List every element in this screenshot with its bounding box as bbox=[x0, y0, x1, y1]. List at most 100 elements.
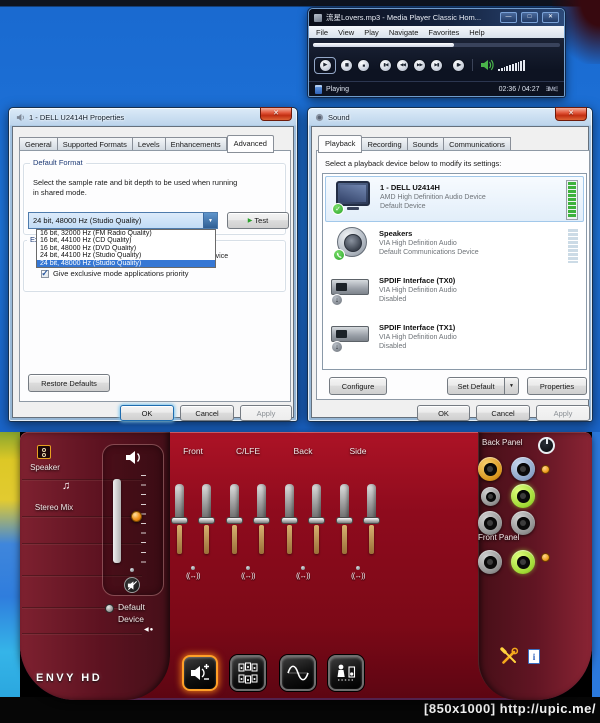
chevron-down-icon[interactable]: ▼ bbox=[203, 213, 217, 228]
desktop: [850x1000] http://upic.me/ Speaker ♫ Ste… bbox=[0, 0, 600, 723]
volume-level-bars[interactable] bbox=[498, 59, 525, 71]
channel-fader[interactable] bbox=[363, 484, 380, 554]
jack-back-blue[interactable] bbox=[511, 457, 535, 481]
maximize-button[interactable]: □ bbox=[521, 12, 538, 23]
jack-front-gray[interactable] bbox=[478, 550, 502, 574]
close-button[interactable]: ✕ bbox=[542, 12, 559, 23]
device-row-dell[interactable]: ✓ 1 - DELL U2414H AMD High Definition Au… bbox=[325, 176, 584, 222]
volume-slider-knob[interactable] bbox=[131, 511, 142, 522]
jack-back-gray-right[interactable] bbox=[511, 511, 535, 535]
mpc-transport-controls: ▶ ▮▮ ■ ▮◀ ◀◀ ▶▶ ▶▮ ▮▶ bbox=[309, 52, 564, 78]
channel-fader[interactable] bbox=[253, 484, 270, 554]
channel-fader[interactable] bbox=[281, 484, 298, 554]
dialog-title-bar[interactable]: 1 - DELL U2414H Properties bbox=[9, 108, 297, 126]
properties-button[interactable]: Properties bbox=[527, 377, 587, 395]
dropdown-option[interactable]: 16 bit, 32000 Hz (FM Radio Quality) bbox=[37, 230, 215, 237]
menu-help[interactable]: Help bbox=[469, 28, 484, 37]
apply-button[interactable]: Apply bbox=[240, 405, 292, 421]
seek-bar[interactable] bbox=[313, 43, 560, 47]
jack-back-gray-left[interactable] bbox=[478, 511, 502, 535]
dropdown-option[interactable]: 16 bit, 48000 Hz (DVD Quality) bbox=[37, 245, 215, 252]
channel-link-toggle[interactable]: ((↔)) bbox=[336, 573, 380, 580]
menu-file[interactable]: File bbox=[316, 28, 328, 37]
menu-play[interactable]: Play bbox=[364, 28, 379, 37]
minimize-button[interactable]: — bbox=[500, 12, 517, 23]
channel-led bbox=[301, 566, 305, 570]
test-button[interactable]: ▶ Test bbox=[227, 212, 289, 229]
ok-button[interactable]: OK bbox=[417, 405, 470, 421]
checkbox[interactable]: ✓ bbox=[41, 268, 49, 278]
set-default-dropdown-arrow[interactable]: ▼ bbox=[505, 377, 519, 395]
speaker-configuration-button[interactable] bbox=[230, 655, 266, 691]
mpc-window-title: 流星Lovers.mp3 - Media Player Classic Hom.… bbox=[326, 13, 482, 22]
channel-fader[interactable] bbox=[336, 484, 353, 554]
skip-back-button[interactable]: ▮◀ bbox=[379, 58, 392, 72]
tab-advanced[interactable]: Advanced bbox=[226, 135, 274, 153]
jack-back-orange[interactable] bbox=[478, 457, 502, 481]
settings-tools-icon[interactable] bbox=[500, 647, 519, 666]
play-button[interactable]: ▶ bbox=[318, 58, 332, 72]
device-row-spdif-tx1[interactable]: ↓ SPDIF Interface (TX1) VIA High Definit… bbox=[325, 317, 584, 363]
tab-playback[interactable]: Playback bbox=[318, 135, 363, 153]
device-description: VIA High Definition Audio bbox=[379, 333, 457, 341]
restore-defaults-button[interactable]: Restore Defaults bbox=[28, 374, 110, 392]
cancel-button[interactable]: Cancel bbox=[476, 405, 530, 421]
sample-rate-combobox[interactable]: 24 bit, 48000 Hz (Studio Quality) ▼ bbox=[28, 212, 218, 229]
rewind-button[interactable]: ◀◀ bbox=[396, 58, 409, 72]
dropdown-option-selected[interactable]: 24 bit, 48000 Hz (Studio Quality) bbox=[37, 259, 215, 267]
audio-channel-indicator: ∃M∈ bbox=[545, 86, 558, 93]
skip-forward-button[interactable]: ▶▮ bbox=[430, 58, 443, 72]
channel-link-toggle[interactable]: ((↔)) bbox=[226, 573, 270, 580]
fast-forward-button[interactable]: ▶▶ bbox=[413, 58, 426, 72]
front-panel-label: Front Panel bbox=[478, 533, 520, 542]
set-default-button[interactable]: Set Default bbox=[447, 377, 505, 395]
cancel-button[interactable]: Cancel bbox=[180, 405, 234, 421]
sample-rate-dropdown-list: 16 bit, 32000 Hz (FM Radio Quality) 16 b… bbox=[36, 229, 216, 268]
ok-button[interactable]: OK bbox=[120, 405, 174, 421]
channel-link-toggle[interactable]: ((↔)) bbox=[281, 573, 325, 580]
jack-front-green[interactable] bbox=[511, 550, 535, 574]
jack-back-small[interactable] bbox=[481, 487, 500, 506]
volume-speaker-icon[interactable] bbox=[480, 59, 494, 71]
channel-fader[interactable] bbox=[308, 484, 325, 554]
apply-button[interactable]: Apply bbox=[536, 405, 590, 421]
channel-fader[interactable] bbox=[171, 484, 188, 554]
default-device-radio[interactable] bbox=[105, 604, 114, 613]
information-icon[interactable]: i bbox=[528, 649, 540, 664]
channel-fader[interactable] bbox=[198, 484, 215, 554]
jack-back-green[interactable] bbox=[511, 484, 535, 508]
pause-button[interactable]: ▮▮ bbox=[340, 58, 353, 72]
menu-navigate[interactable]: Navigate bbox=[389, 28, 419, 37]
close-button[interactable]: ✕ bbox=[260, 107, 292, 121]
close-button[interactable]: ✕ bbox=[555, 107, 587, 121]
sidebar-item-stereo-mix[interactable]: Stereo Mix bbox=[20, 503, 88, 512]
checkbox-label: Give exclusive mode applications priorit… bbox=[53, 269, 189, 278]
bottom-black-bar: [850x1000] http://upic.me/ bbox=[0, 697, 600, 723]
panel-collapse-control[interactable]: ◀● bbox=[144, 626, 154, 633]
dropdown-option[interactable]: 24 bit, 44100 Hz (Studio Quality) bbox=[37, 252, 215, 259]
watermark-text: [850x1000] http://upic.me/ bbox=[424, 701, 596, 716]
equalizer-effects-button[interactable] bbox=[280, 655, 316, 691]
device-row-speakers[interactable]: Speakers VIA High Definition Audio Defau… bbox=[325, 223, 584, 269]
dropdown-option[interactable]: 16 bit, 44100 Hz (CD Quality) bbox=[37, 237, 215, 244]
mute-button[interactable] bbox=[124, 577, 140, 593]
volume-slider-ticks bbox=[141, 475, 146, 571]
step-button[interactable]: ▮▶ bbox=[452, 58, 465, 72]
channel-link-toggle[interactable]: ((↔)) bbox=[171, 573, 215, 580]
channel-fader[interactable] bbox=[226, 484, 243, 554]
level-meter-idle bbox=[568, 229, 578, 263]
sidebar-item-speaker[interactable]: Speaker bbox=[20, 463, 70, 472]
priority-checkbox[interactable]: ✓ Give exclusive mode applications prior… bbox=[41, 268, 189, 278]
mpc-title-bar[interactable]: 流星Lovers.mp3 - Media Player Classic Hom.… bbox=[309, 9, 564, 26]
volume-mixer-mode-button[interactable] bbox=[182, 655, 218, 691]
room-setup-button[interactable] bbox=[328, 655, 364, 691]
menu-view[interactable]: View bbox=[338, 28, 354, 37]
desktop-wallpaper-left-strip bbox=[0, 432, 20, 700]
sidebar-divider bbox=[22, 633, 142, 635]
device-row-spdif-tx0[interactable]: ↓ SPDIF Interface (TX0) VIA High Definit… bbox=[325, 270, 584, 316]
stop-button[interactable]: ■ bbox=[357, 58, 370, 72]
menu-favorites[interactable]: Favorites bbox=[428, 28, 459, 37]
power-button[interactable] bbox=[538, 437, 555, 454]
configure-button[interactable]: Configure bbox=[329, 377, 387, 395]
dialog-title-bar[interactable]: Sound bbox=[308, 108, 592, 126]
